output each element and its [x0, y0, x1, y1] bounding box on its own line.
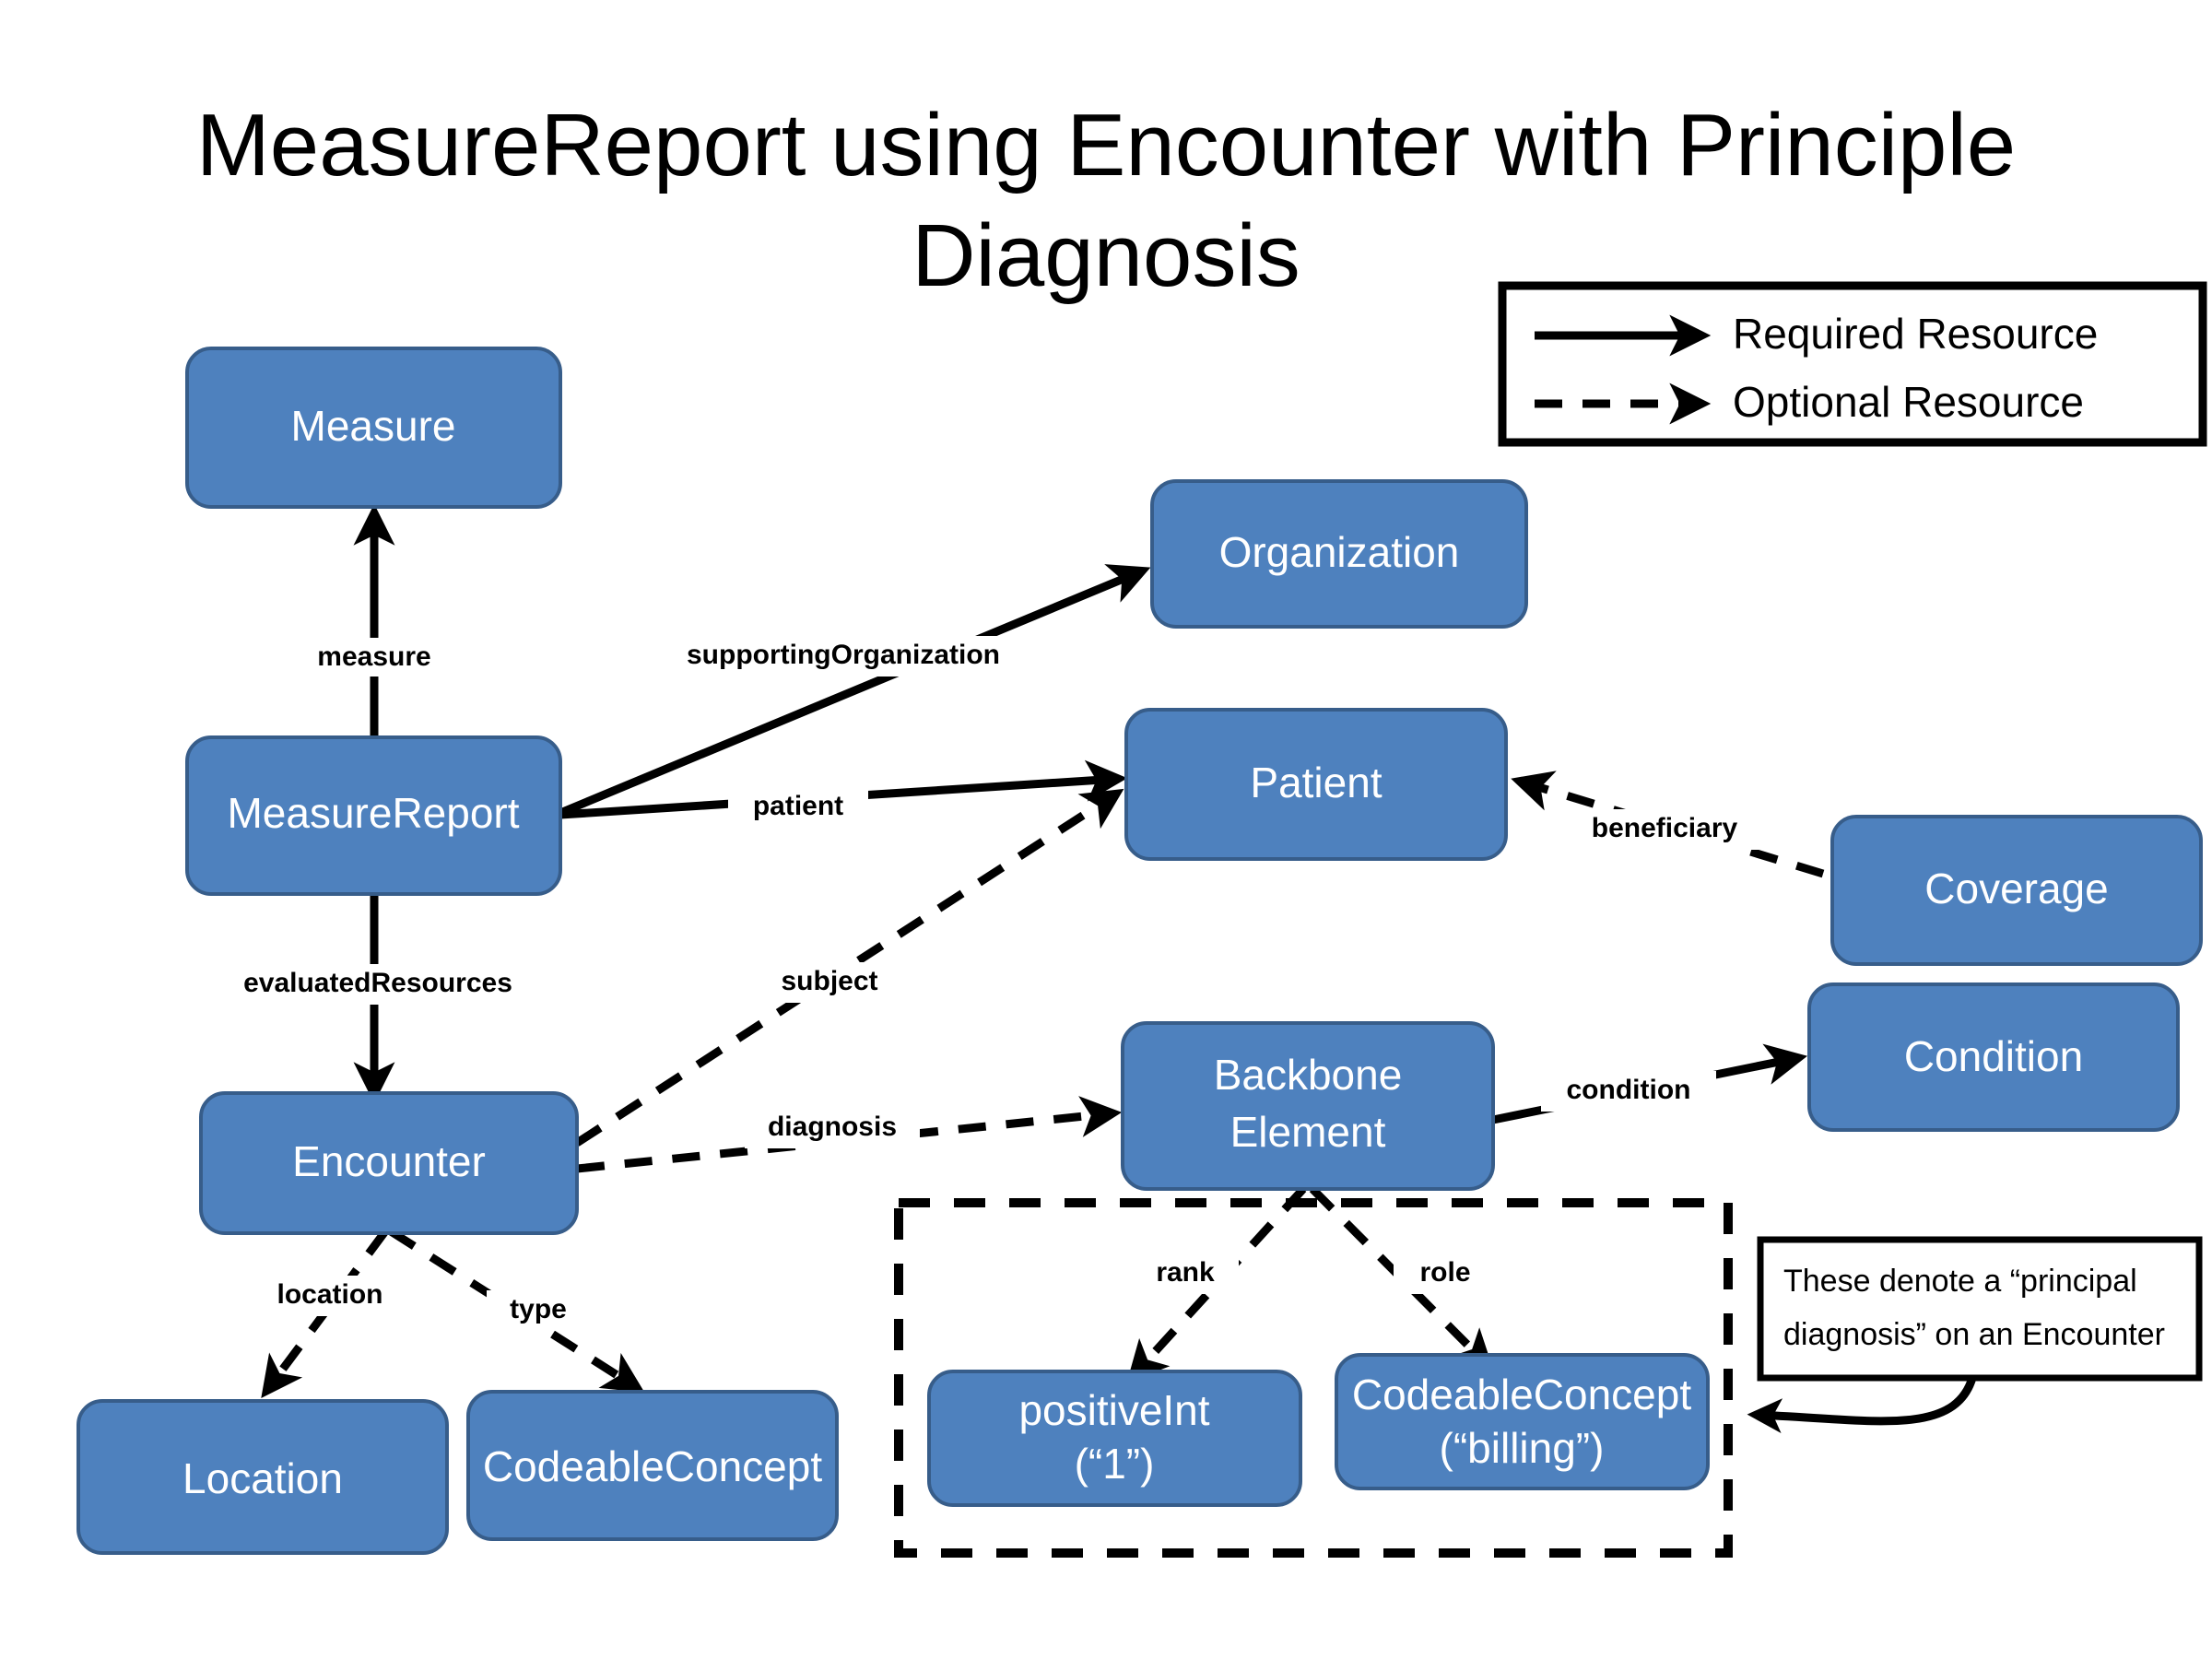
- node-codeableconcept-label: CodeableConcept: [483, 1442, 822, 1490]
- edge-label-location: location: [276, 1279, 382, 1310]
- node-measure[interactable]: Measure: [185, 347, 562, 509]
- node-codeableconcept-billing[interactable]: CodeableConcept (“billing”): [1335, 1353, 1710, 1490]
- edge-diagnosis: diagnosis: [576, 1096, 1123, 1173]
- edge-measure: measure: [295, 503, 453, 737]
- node-coverage-label: Coverage: [1924, 865, 2108, 912]
- callout-box: [1757, 1236, 2203, 1382]
- page-title-line2: Diagnosis: [912, 206, 1300, 305]
- node-patient-label: Patient: [1250, 759, 1382, 806]
- node-measure-label: Measure: [291, 402, 456, 450]
- edge-rank: rank: [1126, 1185, 1307, 1383]
- node-codeableconcept-billing-label-line1: CodeableConcept: [1352, 1371, 1691, 1418]
- measurereport-encounter-diagram: MeasureReport using Encounter with Princ…: [76, 96, 2207, 1558]
- edge-label-subject: subject: [781, 966, 877, 996]
- node-positiveint-label-line1: positiveInt: [1018, 1386, 1209, 1434]
- edge-beneficiary: beneficiary: [1511, 771, 1825, 878]
- legend-label-required: Required Resource: [1733, 310, 2098, 358]
- node-organization-label: Organization: [1219, 528, 1460, 576]
- node-backboneelement-label-line2: Element: [1230, 1108, 1386, 1156]
- edge-label-patient: patient: [753, 791, 843, 821]
- edge-label-role: role: [1419, 1257, 1470, 1288]
- node-organization[interactable]: Organization: [1150, 479, 1528, 629]
- edge-condition: condition: [1492, 1043, 1808, 1124]
- principal-diagnosis-callout: These denote a “principal diagnosis” on …: [1747, 1236, 2203, 1434]
- edge-label-condition: condition: [1567, 1075, 1691, 1105]
- node-coverage[interactable]: Coverage: [1830, 815, 2203, 966]
- node-backboneelement[interactable]: Backbone Element: [1121, 1021, 1495, 1191]
- edge-label-supportingorganization: supportingOrganization: [687, 640, 1000, 670]
- page-title-line1: MeasureReport using Encounter with Princ…: [196, 96, 2016, 194]
- edge-role: role: [1309, 1185, 1495, 1371]
- edge-label-evaluatedresources: evaluatedResources: [243, 968, 512, 998]
- node-encounter[interactable]: Encounter: [199, 1091, 579, 1235]
- edge-label-diagnosis: diagnosis: [768, 1112, 897, 1142]
- edge-label-type: type: [510, 1294, 567, 1324]
- node-positiveint-label-line2: (“1”): [1075, 1440, 1155, 1488]
- edge-supportingorganization-line: [559, 564, 1151, 818]
- edge-evaluatedresources: evaluatedResources: [221, 892, 535, 1104]
- node-condition-label: Condition: [1904, 1032, 2083, 1080]
- callout-text-line1: These denote a “principal: [1783, 1264, 2137, 1299]
- node-condition[interactable]: Condition: [1807, 982, 2180, 1132]
- callout-pointer-arrow: [1747, 1376, 1977, 1434]
- node-positiveint[interactable]: positiveInt (“1”): [927, 1370, 1302, 1507]
- edge-label-rank: rank: [1156, 1257, 1215, 1288]
- callout-text-line2: diagnosis” on an Encounter: [1783, 1317, 2165, 1352]
- legend-label-optional: Optional Resource: [1733, 378, 2084, 426]
- diagram-canvas: MeasureReport using Encounter with Princ…: [0, 0, 2212, 1659]
- node-codeableconcept-billing-label-line2: (“billing”): [1440, 1424, 1605, 1472]
- node-measurereport[interactable]: MeasureReport: [185, 735, 562, 896]
- node-location-label: Location: [182, 1454, 343, 1502]
- edge-label-measure: measure: [317, 641, 430, 672]
- node-location[interactable]: Location: [76, 1399, 449, 1555]
- node-backboneelement-label-line1: Backbone: [1214, 1051, 1403, 1099]
- edge-patient: patient: [559, 759, 1128, 827]
- edge-subject: subject: [574, 788, 1124, 1147]
- edge-supportingorganization: supportingOrganization: [559, 564, 1151, 818]
- edge-location: location: [247, 1229, 413, 1399]
- node-patient[interactable]: Patient: [1124, 708, 1508, 861]
- legend-item-optional: Optional Resource: [1535, 378, 2084, 426]
- legend: Required Resource Optional Resource: [1498, 281, 2207, 447]
- node-codeableconcept[interactable]: CodeableConcept: [466, 1390, 839, 1541]
- node-backboneelement-rect[interactable]: [1121, 1021, 1495, 1191]
- node-encounter-label: Encounter: [292, 1137, 486, 1185]
- node-measurereport-label: MeasureReport: [227, 789, 519, 837]
- legend-item-required: Required Resource: [1535, 310, 2098, 358]
- edge-type: type: [388, 1228, 645, 1394]
- edge-label-beneficiary: beneficiary: [1592, 813, 1738, 843]
